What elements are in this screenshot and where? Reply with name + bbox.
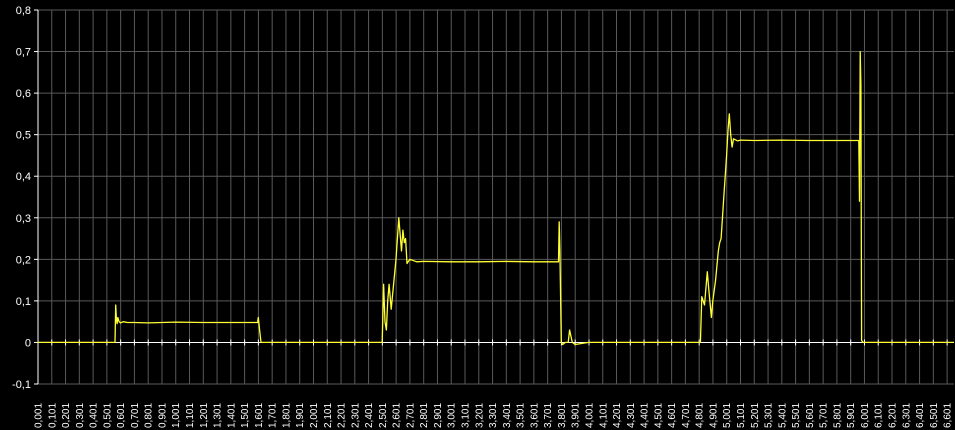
x-tick-label: 6,301 xyxy=(901,403,912,428)
x-tick-label: 4,801 xyxy=(695,403,706,428)
line-chart: -0,1 0 0,1 0,2 0,3 0,4 0,5 0,6 0,7 0,8 0,001 0,101… xyxy=(0,0,955,430)
x-tick-label: 0,401 xyxy=(89,403,100,428)
x-tick-label: 2,701 xyxy=(405,403,416,428)
x-tick-label: 4,901 xyxy=(708,403,719,428)
y-tick-label: 0,4 xyxy=(16,171,31,183)
x-tick-label: 5,401 xyxy=(777,403,788,428)
x-tick-label: 0,001 xyxy=(34,403,45,428)
x-tick-label: 6,201 xyxy=(888,403,899,428)
x-tick-label: 1,401 xyxy=(226,403,237,428)
x-tick-label: 4,201 xyxy=(612,403,623,428)
x-tick-label: 3,301 xyxy=(488,403,499,428)
y-tick-label: 0,2 xyxy=(16,254,31,266)
x-tick-label: 0,601 xyxy=(116,403,127,428)
x-tick-label: 1,301 xyxy=(213,403,224,428)
x-tick-label: 2,801 xyxy=(419,403,430,428)
x-tick-label: 3,701 xyxy=(543,403,554,428)
x-tick-label: 2,901 xyxy=(433,403,444,428)
x-tick-label: 5,701 xyxy=(819,403,830,428)
y-tick-label: -0,1 xyxy=(12,379,31,391)
x-tick-label: 2,001 xyxy=(309,403,320,428)
x-tick-label: 0,301 xyxy=(75,403,86,428)
x-tick-label: 2,201 xyxy=(337,403,348,428)
x-tick-label: 5,501 xyxy=(791,403,802,428)
x-tick-label: 5,601 xyxy=(805,403,816,428)
x-tick-label: 4,501 xyxy=(653,403,664,428)
x-tick-label: 2,301 xyxy=(350,403,361,428)
x-tick-label: 2,101 xyxy=(323,403,334,428)
x-tick-label: 1,901 xyxy=(295,403,306,428)
x-tick-label: 5,901 xyxy=(846,403,857,428)
x-tick-label: 6,501 xyxy=(929,403,940,428)
y-tick-label: 0,7 xyxy=(16,47,31,59)
x-tick-label: 1,201 xyxy=(199,403,210,428)
x-tick-label: 5,001 xyxy=(722,403,733,428)
x-tick-label: 2,401 xyxy=(364,403,375,428)
y-tick-label: 0,3 xyxy=(16,213,31,225)
y-tick-label: 0,8 xyxy=(16,5,31,17)
x-tick-label: 3,401 xyxy=(502,403,513,428)
x-tick-label: 4,001 xyxy=(584,403,595,428)
x-tick-label: 6,601 xyxy=(943,403,954,428)
x-tick-label: 4,101 xyxy=(598,403,609,428)
x-tick-label: 3,201 xyxy=(474,403,485,428)
x-tick-label: 4,601 xyxy=(667,403,678,428)
x-tick-label: 1,601 xyxy=(254,403,265,428)
x-tick-label: 0,101 xyxy=(47,403,58,428)
y-tick-label: 0,5 xyxy=(16,130,31,142)
x-tick-label: 0,501 xyxy=(102,403,113,428)
x-tick-label: 1,101 xyxy=(185,403,196,428)
x-tick-label: 3,501 xyxy=(516,403,527,428)
x-tick-label: 0,201 xyxy=(61,403,72,428)
x-tick-label: 1,801 xyxy=(281,403,292,428)
plot-background xyxy=(0,0,955,430)
x-tick-label: 3,601 xyxy=(529,403,540,428)
x-tick-label: 2,601 xyxy=(392,403,403,428)
x-tick-label: 1,001 xyxy=(171,403,182,428)
x-tick-label: 3,101 xyxy=(461,403,472,428)
x-tick-label: 5,201 xyxy=(750,403,761,428)
x-tick-label: 4,701 xyxy=(681,403,692,428)
x-tick-label: 6,101 xyxy=(874,403,885,428)
x-tick-label: 5,101 xyxy=(736,403,747,428)
y-tick-label: 0,6 xyxy=(16,88,31,100)
x-tick-label: 0,901 xyxy=(157,403,168,428)
x-tick-label: 1,501 xyxy=(240,403,251,428)
x-tick-label: 2,501 xyxy=(378,403,389,428)
x-tick-label: 0,701 xyxy=(130,403,141,428)
x-tick-label: 5,801 xyxy=(832,403,843,428)
y-tick-label: 0,1 xyxy=(16,296,31,308)
x-tick-label: 0,801 xyxy=(144,403,155,428)
x-tick-label: 6,001 xyxy=(860,403,871,428)
x-tick-label: 3,901 xyxy=(571,403,582,428)
x-tick-label: 3,801 xyxy=(557,403,568,428)
x-tick-label: 5,301 xyxy=(764,403,775,428)
x-tick-label: 6,401 xyxy=(915,403,926,428)
x-tick-label: 4,301 xyxy=(626,403,637,428)
y-tick-label: 0 xyxy=(25,337,31,349)
x-tick-label: 4,401 xyxy=(640,403,651,428)
x-tick-label: 1,701 xyxy=(268,403,279,428)
x-tick-label: 3,001 xyxy=(447,403,458,428)
